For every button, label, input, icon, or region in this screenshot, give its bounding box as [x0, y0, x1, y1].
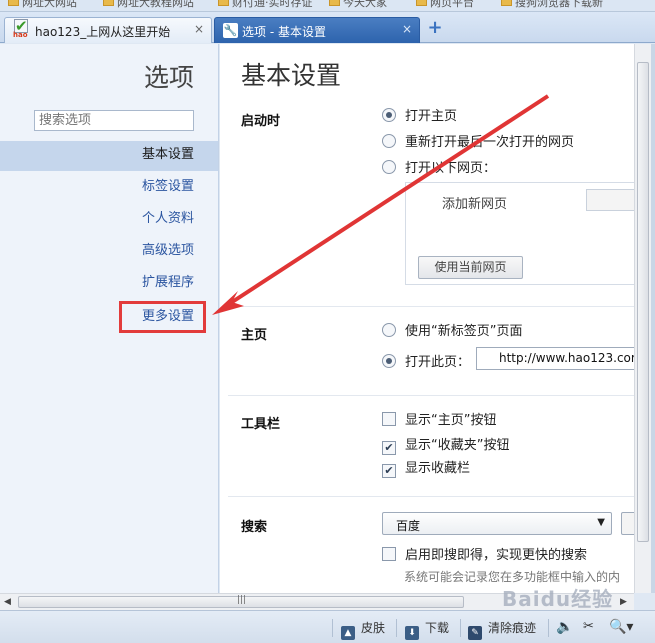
sidebar-item-profile[interactable]: 个人资料	[0, 205, 218, 235]
sidebar-item-extensions[interactable]: 扩展程序	[0, 269, 218, 299]
skin-button[interactable]: ▲ 皮肤	[341, 619, 385, 640]
watermark: Baidu经验	[502, 587, 614, 611]
window-edge	[651, 44, 655, 593]
browser-window: 网址大网站 网址大教程网站 财付通·实时存证 今天大家 网页平台 搜狗浏览器下载…	[0, 0, 655, 643]
divider	[228, 306, 634, 307]
checkbox[interactable]: ✔	[382, 441, 396, 455]
radio-button[interactable]	[382, 134, 396, 148]
startup-option-restore[interactable]: 重新打开最后一次打开的网页	[382, 134, 574, 152]
search-engine-select[interactable]: 百度 ▼	[382, 512, 612, 535]
divider	[228, 496, 634, 497]
zoom-icon[interactable]: 🔍▾	[609, 619, 633, 635]
search-label: 搜索	[241, 520, 268, 535]
bookmark-item[interactable]: 网址大网站	[8, 0, 77, 9]
status-bar: ▲ 皮肤 ⬇ 下载 ✎ 清除痕迹 🔈 ✂ 🔍▾	[0, 610, 655, 643]
dropdown-arrow-icon: ▼	[597, 517, 605, 528]
checkbox[interactable]	[382, 412, 396, 426]
sidebar-item-basic[interactable]: 基本设置	[0, 141, 218, 171]
toolbar-option-home-button[interactable]: 显示“主页”按钮	[382, 412, 496, 430]
bookmark-item[interactable]: 网页平台	[416, 0, 474, 9]
radio-button[interactable]	[382, 108, 396, 122]
use-current-pages-button[interactable]: 使用当前网页	[418, 256, 523, 279]
toolbar-label: 工具栏	[241, 417, 281, 432]
sidebar-item-advanced[interactable]: 高级选项	[0, 237, 218, 267]
tab-title: 选项 - 基本设置	[242, 25, 326, 39]
homepage-option-newtab[interactable]: 使用“新标签页”页面	[382, 323, 522, 341]
homepage-url-input[interactable]: http://www.hao123.com	[476, 347, 634, 370]
grip-icon: |||	[237, 595, 247, 605]
manage-search-engines-button[interactable]	[621, 512, 634, 535]
divider	[460, 619, 461, 637]
checkbox[interactable]: ✔	[382, 464, 396, 478]
folder-icon	[416, 0, 427, 6]
download-icon: ⬇	[405, 626, 419, 640]
add-page-input[interactable]	[586, 189, 634, 211]
new-tab-button[interactable]: +	[424, 18, 446, 38]
homepage-option-url[interactable]: 打开此页：	[382, 354, 470, 372]
radio-button[interactable]	[382, 323, 396, 337]
sidebar-title: 选项	[143, 63, 194, 92]
tab-close-icon[interactable]: ×	[194, 22, 204, 36]
tab-close-icon[interactable]: ×	[402, 22, 412, 36]
vertical-scrollbar[interactable]	[634, 44, 651, 593]
folder-icon	[218, 0, 229, 6]
radio-button[interactable]	[382, 160, 396, 174]
shirt-icon: ▲	[341, 626, 355, 640]
scroll-right-icon[interactable]: ▶	[620, 597, 627, 607]
add-page-label: 添加新网页	[442, 197, 508, 212]
toolbar-option-favorites-button[interactable]: ✔ 显示“收藏夹”按钮	[382, 437, 509, 455]
tab-title: hao123_上网从这里开始	[35, 25, 171, 39]
tab-options[interactable]: 🔧 选项 - 基本设置 ×	[214, 17, 420, 43]
startup-option-pages[interactable]: 打开以下网页：	[382, 160, 496, 178]
folder-icon	[329, 0, 340, 6]
toolbar-option-favorites-bar[interactable]: ✔ 显示收藏栏	[382, 460, 470, 478]
divider	[228, 395, 634, 396]
hao123-logo-icon: ✔ hao	[13, 17, 28, 39]
folder-icon	[103, 0, 114, 6]
bookmarks-bar: 网址大网站 网址大教程网站 财付通·实时存证 今天大家 网页平台 搜狗浏览器下载…	[0, 0, 655, 12]
settings-panel: 基本设置 启动时 打开主页 重新打开最后一次打开的网页 打开以下网页： 添加新网…	[220, 44, 634, 593]
bookmark-item[interactable]: 财付通·实时存证	[218, 0, 313, 9]
scroll-thumb[interactable]	[637, 62, 649, 542]
wrench-icon: 🔧	[223, 23, 238, 38]
folder-icon	[8, 0, 19, 6]
checkbox[interactable]	[382, 547, 396, 561]
volume-icon[interactable]: 🔈	[556, 619, 573, 635]
broom-icon: ✎	[468, 626, 482, 640]
folder-icon	[501, 0, 512, 6]
sidebar-item-tabs[interactable]: 标签设置	[0, 173, 218, 203]
screenshot-icon[interactable]: ✂	[583, 619, 594, 634]
search-options-input[interactable]	[34, 110, 194, 131]
tab-hao123[interactable]: ✔ hao hao123_上网从这里开始 ×	[4, 17, 212, 43]
homepage-label: 主页	[241, 328, 268, 343]
highlight-box	[119, 301, 206, 333]
scroll-left-icon[interactable]: ◀	[4, 597, 11, 607]
startup-pages-list: 添加新网页 使用当前网页	[405, 182, 634, 285]
radio-button[interactable]	[382, 354, 396, 368]
divider	[396, 619, 397, 637]
scroll-thumb[interactable]: |||	[18, 595, 464, 608]
instant-search-option[interactable]: 启用即搜即得，实现更快的搜索	[382, 547, 587, 565]
page-title: 基本设置	[241, 61, 342, 90]
bookmark-item[interactable]: 网址大教程网站	[103, 0, 194, 9]
bookmark-item[interactable]: 今天大家	[329, 0, 387, 9]
divider	[332, 619, 333, 637]
startup-label: 启动时	[241, 114, 281, 129]
startup-option-home[interactable]: 打开主页	[382, 108, 457, 126]
clear-traces-button[interactable]: ✎ 清除痕迹	[468, 619, 536, 640]
tab-bar: ✔ hao hao123_上网从这里开始 × 🔧 选项 - 基本设置 × +	[0, 12, 655, 43]
bookmark-item[interactable]: 搜狗浏览器下载新	[501, 0, 603, 9]
download-button[interactable]: ⬇ 下载	[405, 619, 449, 640]
divider	[548, 619, 549, 637]
